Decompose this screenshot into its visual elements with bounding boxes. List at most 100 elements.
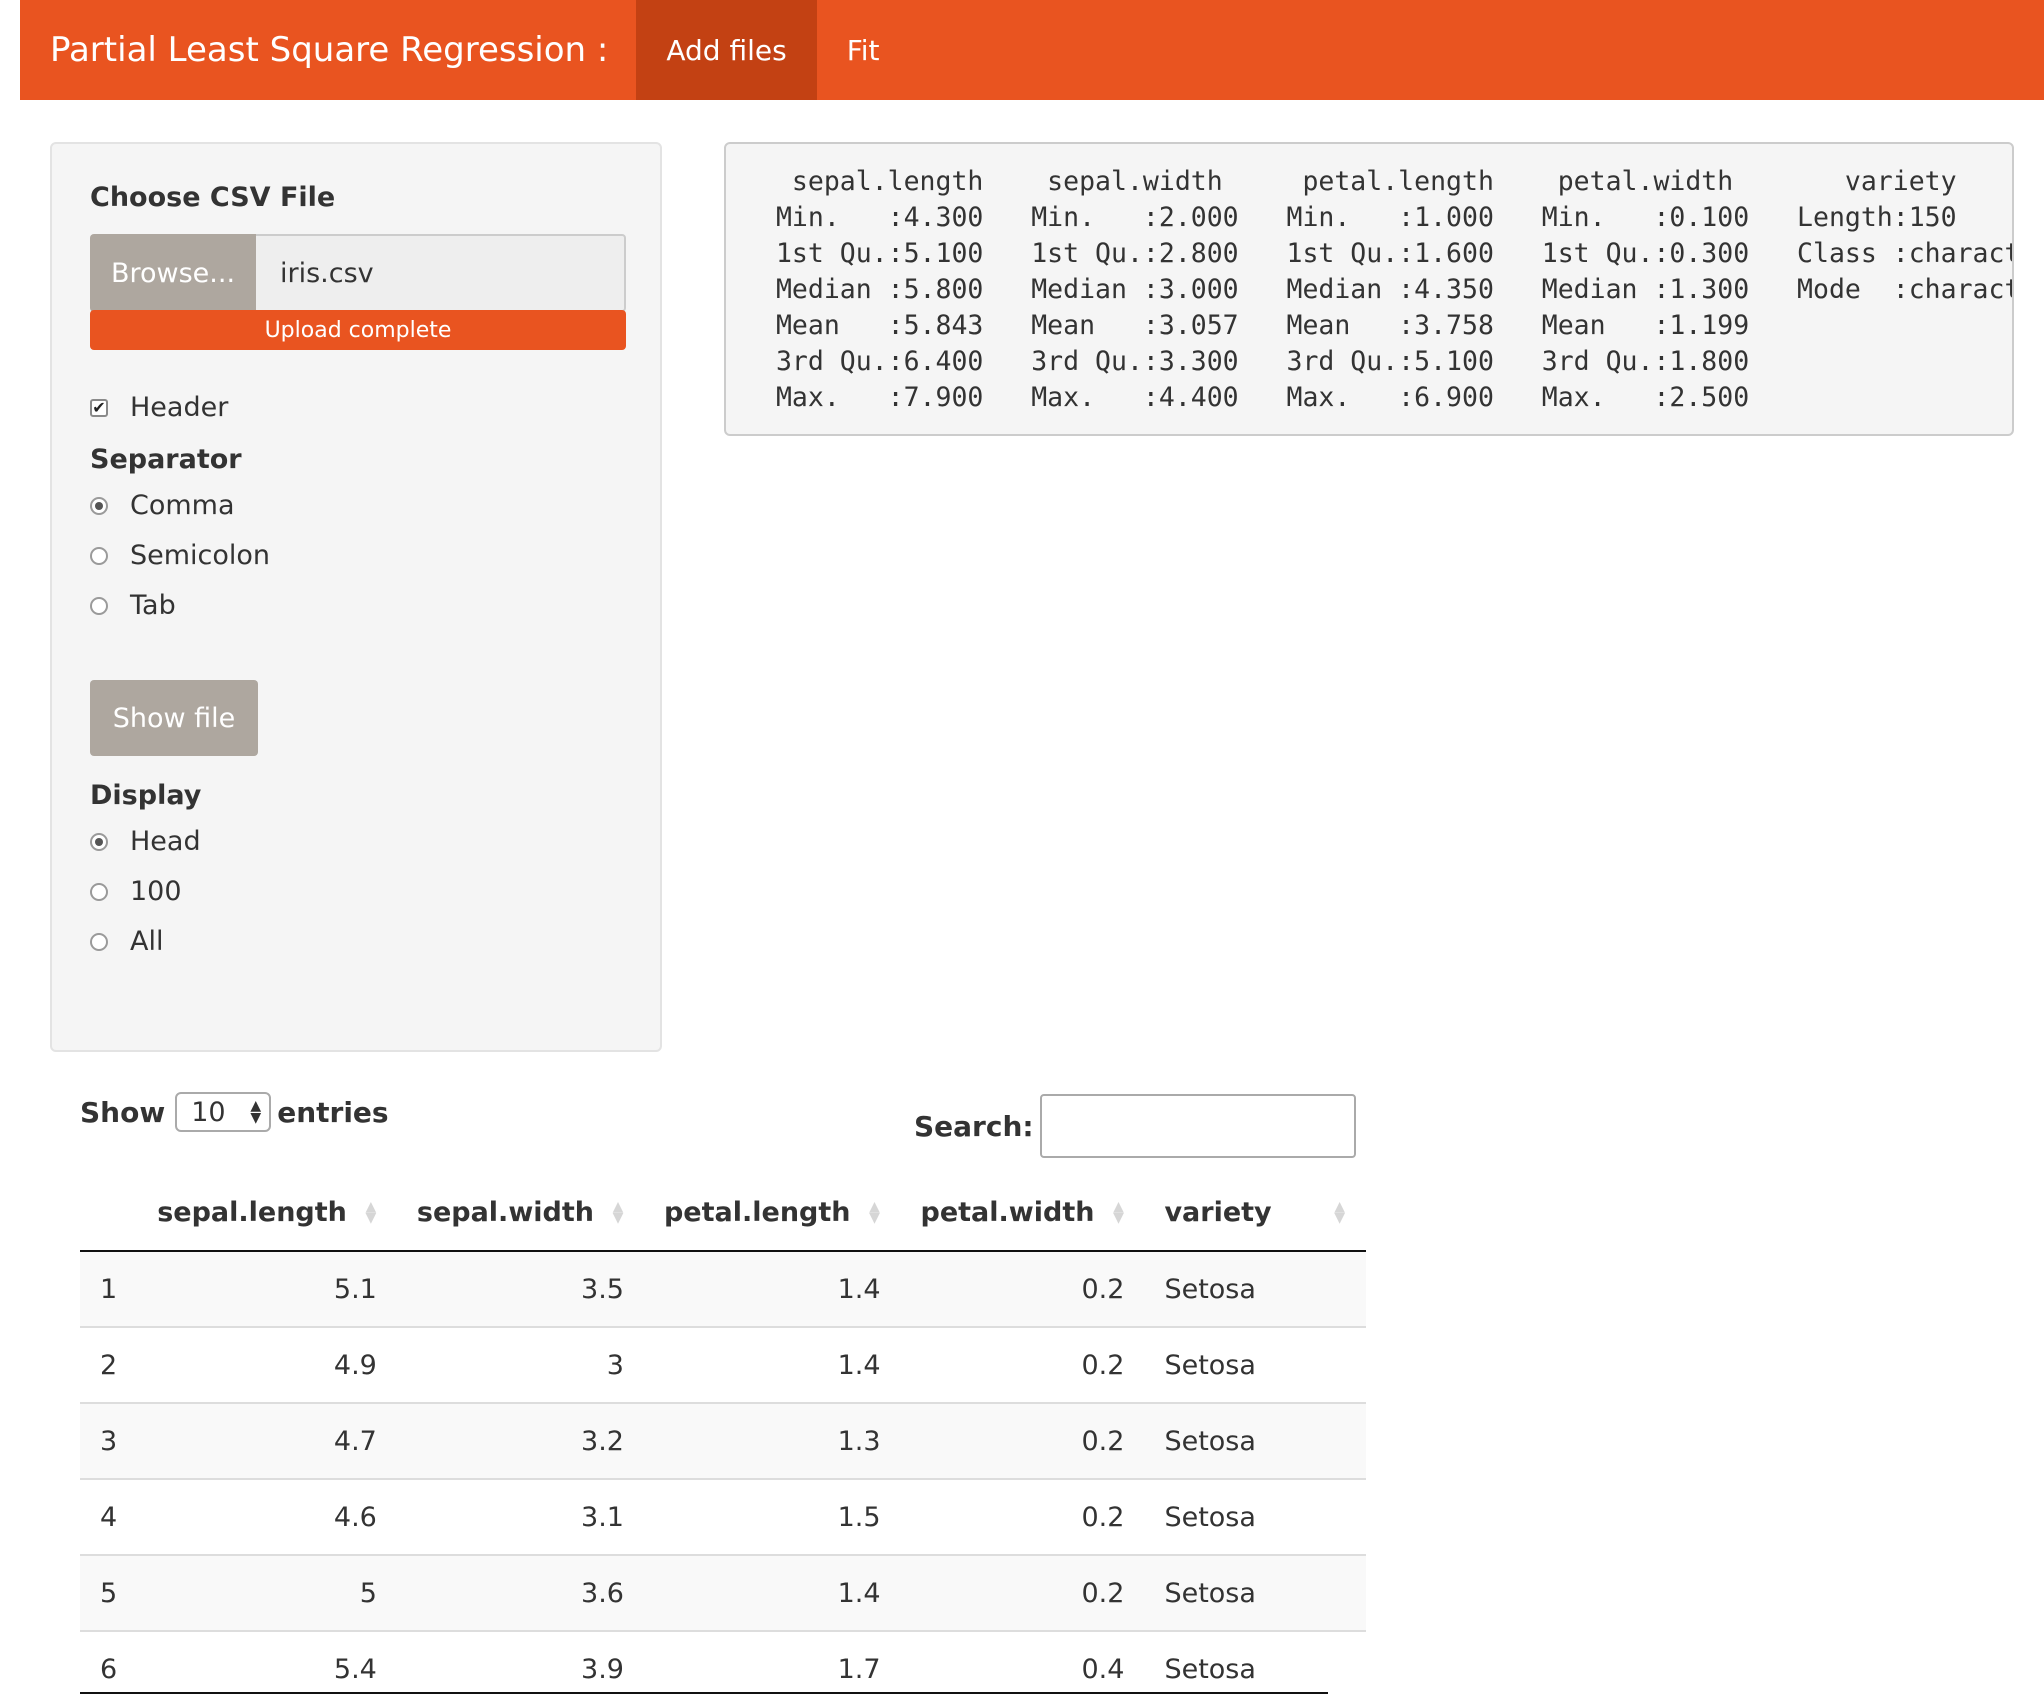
radio-unchecked-icon[interactable] xyxy=(90,932,108,951)
table-cell: 3.5 xyxy=(396,1251,644,1327)
sort-icon: ▲ ▼ xyxy=(1113,1199,1124,1226)
radio-label: Comma xyxy=(130,490,235,521)
table-cell: 5 xyxy=(137,1554,397,1631)
table-cell: Setosa xyxy=(1144,1251,1366,1327)
table-cell: 1.4 xyxy=(643,1251,901,1327)
show-file-button[interactable]: Show file xyxy=(90,680,258,756)
radio-label: 100 xyxy=(130,876,182,907)
radio-checked-icon[interactable] xyxy=(90,496,108,515)
table-cell: 5 xyxy=(80,1554,138,1631)
table-cell: 1.4 xyxy=(643,1554,901,1631)
display-option-head[interactable]: Head xyxy=(90,826,201,857)
summary-output: sepal.length sepal.width petal.length pe… xyxy=(724,142,2014,436)
sort-icon: ▲ ▼ xyxy=(612,1199,624,1226)
separator-label: Separator xyxy=(90,444,242,475)
file-name-field: iris.csv xyxy=(256,234,626,312)
table-cell: 1.3 xyxy=(643,1402,901,1479)
table-header-row: sepal.length ▲ ▼ sepal.width ▲ ▼ petal.lengt… xyxy=(80,1174,1366,1252)
table-search: Search: xyxy=(914,1094,1356,1158)
table-cell: Setosa xyxy=(1144,1554,1366,1631)
table-row[interactable]: 2 4.9 3 1.4 0.2 Setosa xyxy=(80,1326,1366,1403)
column-header-label: variety xyxy=(1164,1196,1272,1228)
table-cell: 0.2 xyxy=(900,1326,1145,1403)
tab-fit[interactable]: Fit xyxy=(817,0,910,100)
navbar: Partial Least Square Regression : Add fi… xyxy=(20,0,2044,100)
header-checkbox[interactable]: ✔ Header xyxy=(90,392,228,423)
select-arrows-icon: ▲ ▼ xyxy=(250,1098,262,1126)
sort-icon: ▲ ▼ xyxy=(365,1199,377,1226)
display-option-100[interactable]: 100 xyxy=(90,876,182,907)
tab-add-files[interactable]: Add files xyxy=(636,0,817,100)
table-cell: 0.2 xyxy=(900,1402,1145,1479)
table-cell: 3.9 xyxy=(396,1630,644,1706)
table-cell: 5.1 xyxy=(137,1251,397,1327)
table-cell: 4 xyxy=(80,1478,138,1555)
checkbox-checked-icon[interactable]: ✔ xyxy=(90,398,108,417)
sidebar-panel: Choose CSV File Browse... iris.csv Uploa… xyxy=(50,142,662,1052)
table-cell: 3.1 xyxy=(396,1478,644,1555)
table-cell: 3 xyxy=(396,1326,644,1403)
column-header-petal-length[interactable]: petal.length ▲ ▼ xyxy=(643,1174,901,1252)
show-label: Show xyxy=(80,1095,166,1129)
table-cell: 4.6 xyxy=(137,1478,397,1555)
header-checkbox-label: Header xyxy=(130,392,229,423)
table-cell: 1 xyxy=(80,1251,138,1327)
sort-icon: ▲ ▼ xyxy=(1334,1199,1346,1226)
radio-unchecked-icon[interactable] xyxy=(90,882,108,901)
display-label: Display xyxy=(90,780,202,811)
table-row[interactable]: 3 4.7 3.2 1.3 0.2 Setosa xyxy=(80,1402,1366,1479)
display-option-all[interactable]: All xyxy=(90,926,163,957)
entries-length-control: Show 10 ▲ ▼ entries xyxy=(80,1092,389,1132)
table-cell: 6 xyxy=(80,1630,138,1706)
table-cell: 4.9 xyxy=(137,1326,397,1403)
entries-select[interactable]: 10 ▲ ▼ xyxy=(175,1092,272,1132)
table-row[interactable]: 1 5.1 3.5 1.4 0.2 Setosa xyxy=(80,1251,1366,1327)
entries-select-value: 10 xyxy=(191,1096,226,1128)
search-label: Search: xyxy=(914,1109,1034,1143)
upload-progress: Upload complete xyxy=(90,310,626,350)
table-cell: 0.2 xyxy=(900,1478,1145,1555)
table-cell: 3.2 xyxy=(396,1402,644,1479)
separator-option-tab[interactable]: Tab xyxy=(90,590,176,621)
search-input[interactable] xyxy=(1039,1094,1356,1158)
column-header-label: petal.length xyxy=(663,1196,851,1228)
browse-button[interactable]: Browse... xyxy=(90,234,256,312)
radio-unchecked-icon[interactable] xyxy=(90,546,108,565)
column-header-petal-width[interactable]: petal.width ▲ ▼ xyxy=(900,1174,1145,1252)
table-cell: Setosa xyxy=(1144,1402,1366,1479)
table-cell: Setosa xyxy=(1144,1326,1366,1403)
table-cell: 1.5 xyxy=(643,1478,901,1555)
app-title: Partial Least Square Regression : xyxy=(50,30,609,70)
table-cell: 2 xyxy=(80,1326,138,1403)
column-header-variety[interactable]: variety ▲ ▼ xyxy=(1144,1174,1366,1252)
table-cell: 3.6 xyxy=(396,1554,644,1631)
sort-icon: ▲ ▼ xyxy=(869,1199,880,1226)
radio-label: All xyxy=(130,926,164,957)
table-row[interactable]: 6 5.4 3.9 1.7 0.4 Setosa xyxy=(80,1630,1366,1706)
table-cell: 1.7 xyxy=(643,1630,901,1706)
table-cell: Setosa xyxy=(1144,1630,1366,1706)
table-cell: Setosa xyxy=(1144,1478,1366,1555)
separator-option-comma[interactable]: Comma xyxy=(90,490,235,521)
table-cell: 1.4 xyxy=(643,1326,901,1403)
column-header-label: petal.width xyxy=(920,1196,1095,1228)
radio-label: Tab xyxy=(130,590,176,621)
table-row[interactable]: 5 5 3.6 1.4 0.2 Setosa xyxy=(80,1554,1366,1631)
table-cell: 0.2 xyxy=(900,1554,1145,1631)
column-header-sepal-length[interactable]: sepal.length ▲ ▼ xyxy=(137,1174,397,1252)
radio-checked-icon[interactable] xyxy=(90,832,108,851)
file-input[interactable]: Browse... iris.csv xyxy=(90,234,626,312)
column-header-label: sepal.length xyxy=(157,1196,347,1228)
separator-option-semicolon[interactable]: Semicolon xyxy=(90,540,270,571)
radio-label: Semicolon xyxy=(130,540,271,571)
table-cell: 0.4 xyxy=(900,1630,1145,1706)
summary-text: sepal.length sepal.width petal.length pe… xyxy=(775,166,2012,413)
column-header-label: sepal.width xyxy=(416,1196,594,1228)
table-bottom-rule xyxy=(80,1692,1328,1694)
table-row[interactable]: 4 4.6 3.1 1.5 0.2 Setosa xyxy=(80,1478,1366,1555)
table-cell: 0.2 xyxy=(900,1251,1145,1327)
file-input-label: Choose CSV File xyxy=(90,182,336,213)
radio-unchecked-icon[interactable] xyxy=(90,596,108,615)
column-header-index xyxy=(80,1174,138,1252)
column-header-sepal-width[interactable]: sepal.width ▲ ▼ xyxy=(396,1174,644,1252)
